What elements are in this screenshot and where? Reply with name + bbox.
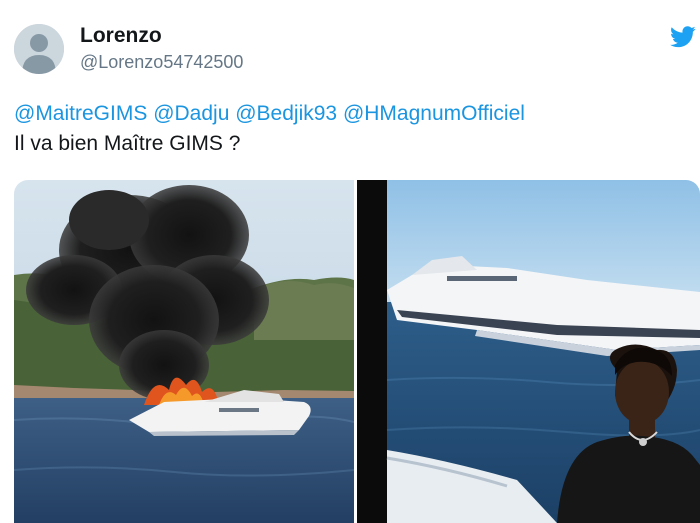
mention-link[interactable]: @MaitreGIMS [14, 102, 147, 125]
tweet-body-line: Il va bien Maître GIMS ? [14, 132, 241, 155]
mention-link[interactable]: @HMagnumOfficiel [343, 102, 525, 125]
display-name[interactable]: Lorenzo [80, 24, 162, 48]
default-profile-icon [14, 24, 64, 74]
twitter-bird-icon[interactable] [670, 26, 696, 48]
mention-link[interactable]: @Dadju [153, 102, 229, 125]
avatar[interactable] [14, 24, 64, 74]
tweet-text: @MaitreGIMS @Dadju @Bedjik93 @HMagnumOff… [14, 99, 525, 159]
photo-yacht-person[interactable] [357, 180, 700, 523]
photo-burning-boat[interactable] [14, 180, 354, 523]
mention-link[interactable]: @Bedjik93 [235, 102, 337, 125]
mentions-line: @MaitreGIMS @Dadju @Bedjik93 @HMagnumOff… [14, 99, 525, 129]
user-handle[interactable]: @Lorenzo54742500 [80, 52, 243, 73]
